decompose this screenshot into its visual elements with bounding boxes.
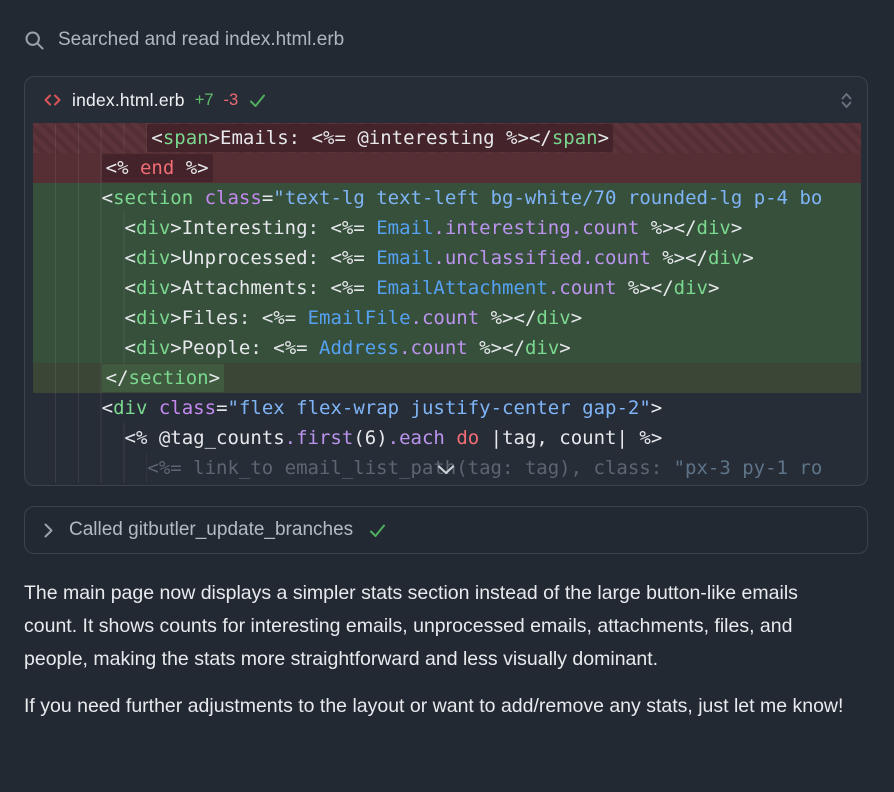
code-line: <div>Interesting: <%= Email.interesting.… bbox=[33, 213, 861, 243]
code-line: <div>Attachments: <%= EmailAttachment.co… bbox=[33, 273, 861, 303]
code-lines: <span>Emails: <%= @interesting %></span>… bbox=[25, 123, 867, 483]
diff-card-header[interactable]: index.html.erb +7 -3 bbox=[25, 77, 867, 123]
diff-additions-count: +7 bbox=[195, 91, 214, 110]
code-brackets-icon bbox=[43, 91, 62, 109]
assistant-message: The main page now displays a simpler sta… bbox=[24, 577, 856, 737]
tool-call-row[interactable]: Called gitbutler_update_branches bbox=[24, 506, 868, 554]
tool-status-label: Searched and read index.html.erb bbox=[58, 29, 344, 51]
tool-call-label: Called gitbutler_update_branches bbox=[69, 519, 353, 541]
check-icon bbox=[368, 522, 387, 539]
code-line: <% end %> bbox=[33, 153, 861, 183]
expand-diff-chevron-down-icon[interactable] bbox=[436, 464, 456, 476]
code-line: <% @tag_counts.first(6).each do |tag, co… bbox=[33, 423, 861, 453]
search-icon bbox=[24, 30, 45, 51]
tool-status-row[interactable]: Searched and read index.html.erb bbox=[24, 29, 868, 51]
code-line: <span>Emails: <%= @interesting %></span> bbox=[33, 123, 861, 153]
message-paragraph: If you need further adjustments to the l… bbox=[24, 690, 856, 723]
message-paragraph: The main page now displays a simpler sta… bbox=[24, 577, 856, 676]
code-line: </section> bbox=[33, 363, 861, 393]
code-line: <div>Unprocessed: <%= Email.unclassified… bbox=[33, 243, 861, 273]
code-line: <div>Files: <%= EmailFile.count %></div> bbox=[33, 303, 861, 333]
code-line: <section class="text-lg text-left bg-whi… bbox=[33, 183, 861, 213]
diff-filename: index.html.erb bbox=[72, 90, 185, 111]
check-icon bbox=[248, 92, 267, 109]
diff-code: <span>Emails: <%= @interesting %></span>… bbox=[25, 123, 867, 483]
diff-deletions-count: -3 bbox=[224, 91, 239, 110]
chevron-right-icon bbox=[43, 522, 54, 539]
code-line: <div>People: <%= Address.count %></div> bbox=[33, 333, 861, 363]
chevron-up-down-icon[interactable] bbox=[840, 91, 853, 110]
diff-card: index.html.erb +7 -3 <span>Emails: <%= @… bbox=[24, 76, 868, 486]
code-line: <div class="flex flex-wrap justify-cente… bbox=[33, 393, 861, 423]
